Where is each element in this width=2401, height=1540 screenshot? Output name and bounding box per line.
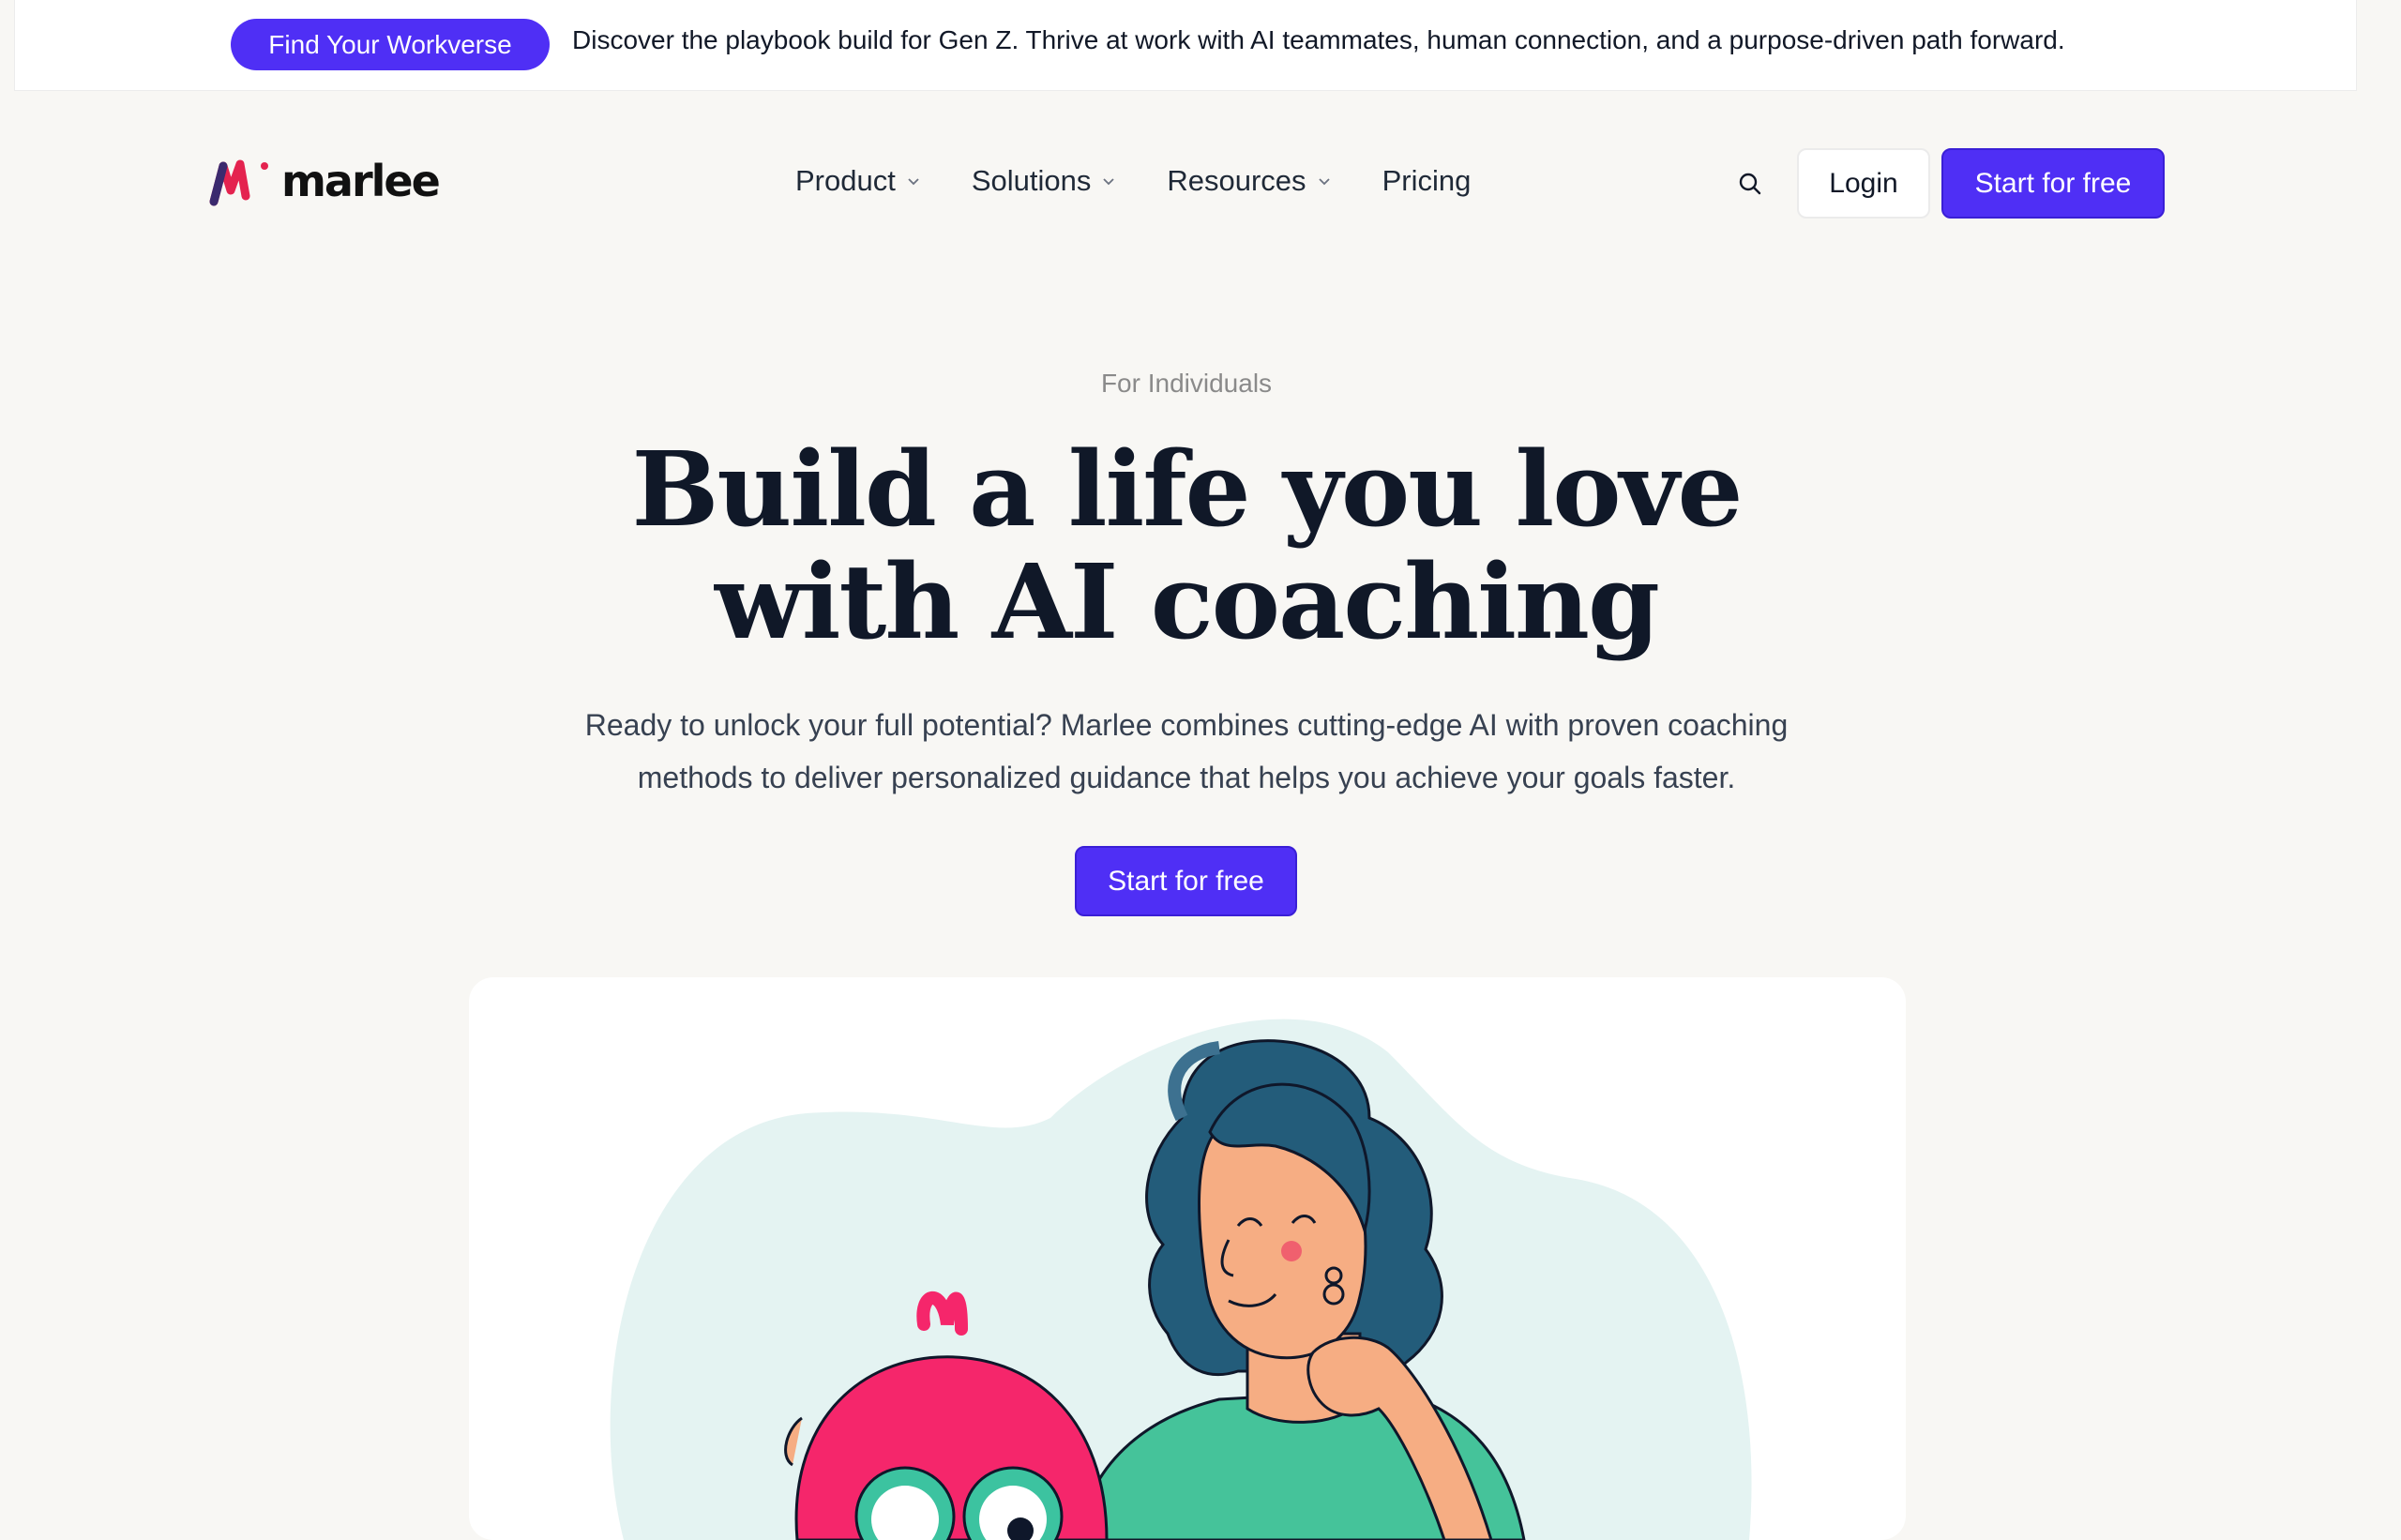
hero-headline-line1: Build a life you love (631, 429, 1743, 550)
coaching-illustration (610, 1019, 1752, 1540)
hero-eyebrow: For Individuals (1100, 369, 1273, 398)
hero-headline-line2: with AI coaching (715, 541, 1660, 662)
search-button[interactable] (1733, 167, 1767, 201)
announcement-text: Discover the playbook build for Gen Z. T… (572, 25, 2065, 54)
start-for-free-hero-button[interactable]: Start for free (1075, 846, 1297, 916)
start-for-free-header-button[interactable]: Start for free (1941, 148, 2165, 219)
logo[interactable]: marlee (208, 155, 441, 207)
nav-solutions-label: Solutions (971, 164, 1092, 197)
find-your-workverse-button[interactable]: Find Your Workverse (231, 19, 550, 70)
nav-resources[interactable]: Resources (1167, 164, 1330, 198)
nav-pricing[interactable]: Pricing (1382, 164, 1472, 198)
chevron-down-icon (1318, 178, 1330, 186)
nav-product-label: Product (795, 164, 896, 197)
nav-solutions[interactable]: Solutions (972, 164, 1116, 198)
chevron-down-icon (908, 178, 919, 186)
hero-subtext: Ready to unlock your full potential? Mar… (506, 699, 1866, 804)
nav-resources-label: Resources (1167, 164, 1306, 197)
nav-pricing-label: Pricing (1382, 164, 1472, 197)
main-nav: Product Solutions Resources Pricing (795, 164, 1522, 198)
hero-headline: Build a life you love with AI coaching (0, 433, 2373, 658)
marlee-logo-icon (209, 159, 268, 206)
login-button[interactable]: Login (1797, 148, 1930, 219)
chevron-down-icon (1103, 178, 1115, 186)
hero-subtext-line2: methods to deliver personalized guidance… (637, 761, 1736, 794)
nav-product[interactable]: Product (795, 164, 920, 198)
logo-text: marlee (281, 156, 441, 206)
search-icon (1739, 173, 1761, 195)
woman-cheek (1281, 1241, 1302, 1261)
hero-subtext-line1: Ready to unlock your full potential? Mar… (584, 708, 1789, 742)
announcement-bar: Find Your Workverse Discover the playboo… (14, 0, 2357, 91)
hero-illustration-card (469, 977, 1906, 1540)
